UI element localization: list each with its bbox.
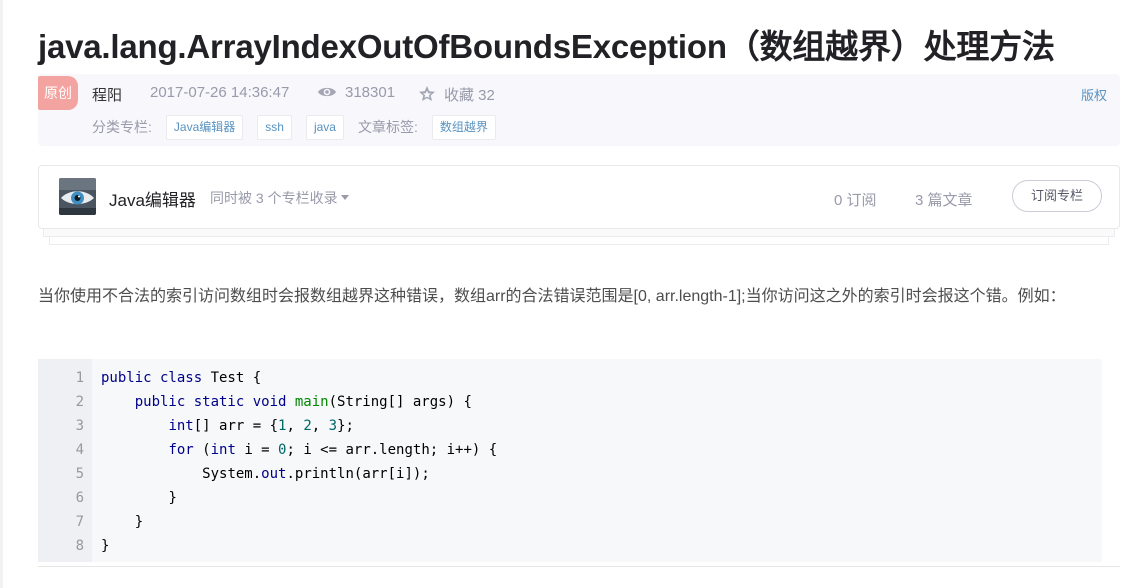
column-avatar[interactable] — [59, 178, 96, 215]
code-token: int — [168, 418, 194, 434]
code-token: i = — [244, 442, 279, 458]
article-title: java.lang.ArrayIndexOutOfBoundsException… — [38, 28, 1055, 65]
code-token: }; — [337, 418, 354, 434]
code-token: , — [311, 418, 329, 434]
column-subscriber-count: 0 订阅 — [834, 192, 877, 209]
view-count: 318301 — [345, 84, 396, 101]
code-token: Test { — [210, 370, 262, 386]
page-left-edge — [0, 0, 3, 588]
code-token: for — [168, 442, 203, 458]
caret-down-icon — [340, 195, 349, 200]
article-tag-array-out-of-bounds[interactable]: 数组越界 — [431, 114, 496, 140]
code-token: int — [210, 442, 245, 458]
line-number: 4 — [75, 442, 84, 458]
code-token: main — [294, 394, 329, 410]
code-line: System.out.println(arr[i]); — [101, 466, 430, 482]
eye-icon — [318, 87, 336, 97]
column-article-count: 3 篇文章 — [915, 192, 973, 209]
column-card: Java编辑器 同时被 3 个专栏收录 0 订阅 3 篇文章 订阅专栏 — [38, 165, 1120, 229]
original-badge: 原创 — [38, 76, 78, 110]
copyright-link[interactable]: 版权 — [1081, 85, 1107, 104]
subscribe-column-button[interactable]: 订阅专栏 — [1012, 180, 1102, 212]
code-block: 12345678 public class Test { public stat… — [38, 359, 1102, 562]
code-token: } — [168, 490, 177, 506]
column-card-stack-shadow — [49, 237, 1109, 245]
code-token: , — [286, 418, 304, 434]
category-tag-ssh[interactable]: ssh — [257, 114, 292, 140]
code-token: out — [261, 466, 287, 482]
code-line: for (int i = 0; i <= arr.length; i++) { — [101, 442, 497, 458]
code-line: public static void main(String[] args) { — [101, 394, 472, 410]
column-also-in-label: 同时被 3 个专栏收录 — [210, 190, 338, 206]
content-divider — [38, 566, 1120, 567]
code-token: public class — [101, 370, 211, 386]
line-number: 5 — [75, 466, 84, 482]
code-line: } — [101, 514, 143, 530]
collect-button[interactable]: 收藏 32 — [444, 84, 495, 105]
line-number: 2 — [75, 394, 84, 410]
line-number: 8 — [75, 538, 84, 554]
code-token: (String[] args) { — [328, 394, 472, 410]
column-card-stack-shadow — [43, 229, 1115, 237]
column-name[interactable]: Java编辑器 — [109, 186, 196, 211]
code-line: } — [101, 490, 177, 506]
line-number: 6 — [75, 490, 84, 506]
code-token: [] arr = { — [193, 418, 279, 434]
code-token: 3 — [328, 418, 338, 434]
code-line: public class Test { — [101, 370, 261, 386]
code-token: } — [101, 538, 110, 554]
tag-row: 分类专栏: Java编辑器 ssh java 文章标签: 数组越界 — [92, 114, 510, 140]
article-meta-box: 原创 程阳 2017-07-26 14:36:47 318301 收藏 32 版… — [38, 74, 1120, 146]
line-number-gutter: 1 2 3 4 5 6 7 8 — [38, 359, 92, 562]
code-token: ( — [202, 442, 211, 458]
publish-date: 2017-07-26 14:36:47 — [150, 84, 290, 101]
code-token: .println(arr[i]); — [286, 466, 430, 482]
column-also-in-dropdown[interactable]: 同时被 3 个专栏收录 — [210, 188, 349, 208]
code-token: ; i <= arr.length; i++) { — [286, 442, 498, 458]
code-token: System. — [202, 466, 262, 482]
code-line: int[] arr = {1, 2, 3}; — [101, 418, 354, 434]
line-number: 1 — [75, 370, 84, 386]
article-paragraph: 当你使用不合法的索引访问数组时会报数组越界这种错误，数组arr的合法错误范围是[… — [38, 288, 1066, 305]
author-link[interactable]: 程阳 — [92, 84, 122, 105]
category-tag-java-editor[interactable]: Java编辑器 — [165, 114, 244, 140]
code-token: public static void — [134, 394, 295, 410]
star-icon[interactable] — [418, 85, 436, 103]
category-label: 分类专栏: — [92, 119, 152, 135]
code-token: 2 — [303, 418, 312, 434]
tag-label: 文章标签: — [357, 119, 418, 135]
code-line: } — [101, 538, 109, 554]
code-token: } — [134, 514, 144, 530]
category-tag-java[interactable]: java — [305, 114, 344, 140]
line-number: 3 — [75, 418, 84, 434]
line-number: 7 — [75, 514, 84, 530]
